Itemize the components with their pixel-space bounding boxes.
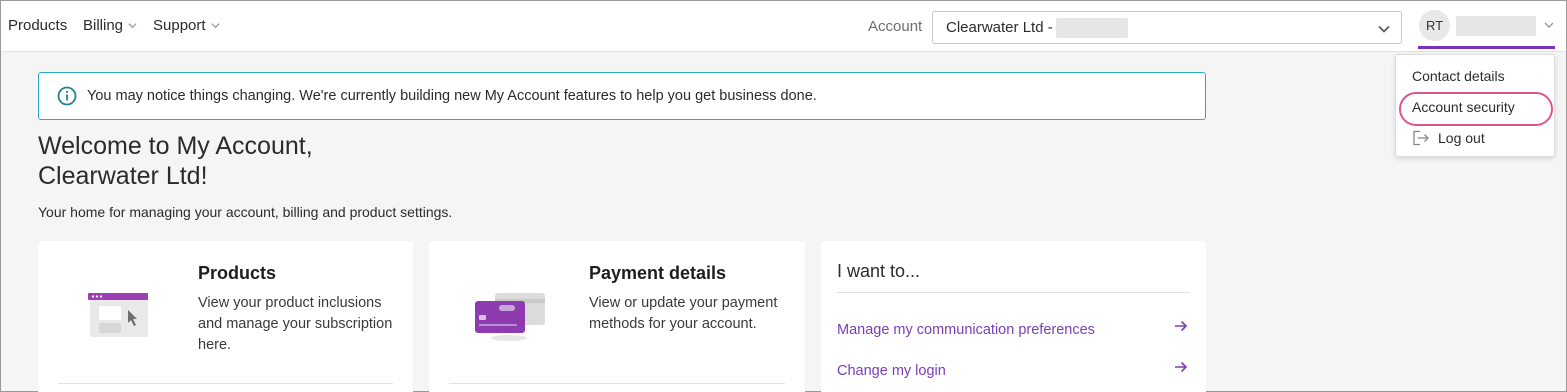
i-want-to-title: I want to... [837, 261, 921, 281]
redacted-account-id [1055, 17, 1128, 38]
avatar: RT [1419, 10, 1450, 41]
page-subtitle: Your home for managing your account, bil… [38, 204, 453, 220]
payment-card-description: View or update your payment methods for … [589, 295, 778, 332]
nav-support-label: Support [153, 17, 206, 34]
browser-window-icon [88, 293, 148, 337]
page-title-line1: Welcome to My Account, [38, 132, 313, 160]
arrow-right-icon [1175, 361, 1188, 373]
link-manage-communication-preferences[interactable]: Manage my communication preferences [837, 320, 1190, 338]
divider [58, 383, 393, 384]
divider [837, 292, 1190, 293]
products-card-description: View your product inclusions and manage … [198, 295, 393, 353]
info-circle-icon [57, 86, 77, 106]
avatar-initials: RT [1425, 18, 1444, 33]
page-title-line2: Clearwater Ltd! [38, 162, 208, 190]
chevron-down-icon [211, 23, 220, 29]
link-change-my-login[interactable]: Change my login [837, 361, 1190, 379]
link-label: Manage my communication preferences [837, 322, 1095, 338]
user-dropdown-menu: Contact details Account security Log out [1395, 54, 1555, 157]
menu-item-contact-details[interactable]: Contact details [1412, 68, 1505, 84]
divider [449, 383, 785, 384]
payment-card-title: Payment details [589, 263, 727, 283]
redacted-user-name [1456, 16, 1536, 36]
products-card-title: Products [198, 263, 277, 283]
info-banner: You may notice things changing. We're cu… [38, 72, 1206, 120]
logout-icon [1413, 130, 1429, 146]
nav-products-label: Products [8, 17, 68, 34]
menu-item-log-out[interactable]: Log out [1412, 130, 1485, 146]
credit-card-icon [475, 293, 545, 341]
nav-billing-label: Billing [83, 17, 124, 34]
products-card[interactable]: Products View your product inclusions an… [38, 241, 413, 392]
chevron-down-icon [1378, 25, 1390, 33]
arrow-right-icon [1175, 320, 1188, 332]
user-menu-button[interactable]: RT [1418, 7, 1555, 49]
nav-products[interactable]: Products [8, 17, 67, 34]
chevron-down-icon [128, 23, 137, 29]
log-out-label: Log out [1438, 130, 1485, 146]
payment-details-card[interactable]: Payment details View or update your paym… [429, 241, 805, 392]
account-select-value: Clearwater Ltd - [946, 19, 1053, 36]
top-navigation-bar: Products Billing Support Account Clearwa… [1, 1, 1566, 52]
nav-support[interactable]: Support [153, 17, 220, 34]
account-label: Account [868, 18, 923, 35]
page-title: Welcome to My Account, Clearwater Ltd! [38, 131, 438, 191]
link-label: Change my login [837, 363, 946, 379]
account-select[interactable]: Clearwater Ltd - [932, 11, 1402, 44]
chevron-down-icon [1544, 22, 1554, 28]
banner-text: You may notice things changing. We're cu… [87, 88, 817, 104]
i-want-to-card: I want to... Manage my communication pre… [821, 241, 1206, 392]
nav-billing[interactable]: Billing [83, 17, 137, 34]
menu-item-account-security[interactable]: Account security [1412, 99, 1515, 115]
